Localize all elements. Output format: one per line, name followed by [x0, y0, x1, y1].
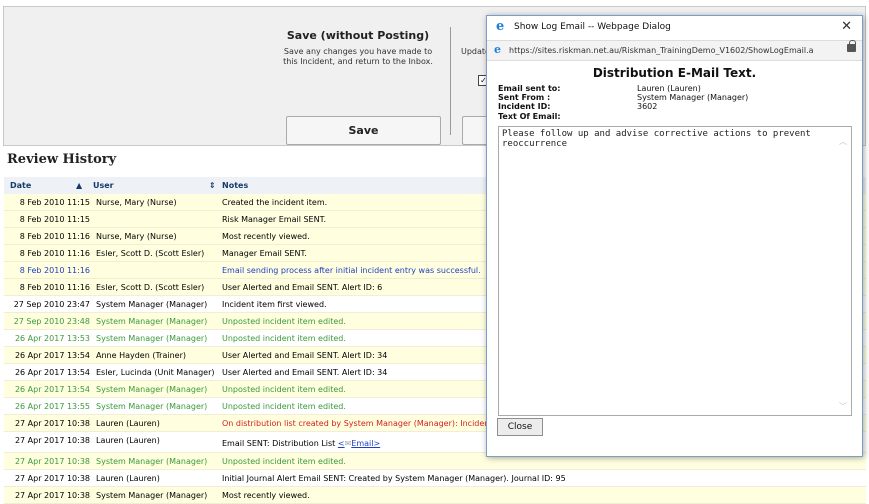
row-notes: Most recently viewed.: [222, 232, 310, 241]
link-open-bracket[interactable]: <: [338, 439, 345, 448]
row-date: 26 Apr 2017 13:54: [14, 351, 90, 360]
row-date: 27 Sep 2010 23:48: [13, 317, 90, 326]
email-text-area[interactable]: Please follow up and advise corrective a…: [498, 126, 852, 416]
row-user: Lauren (Lauren): [96, 436, 160, 445]
ie-page-icon: e: [494, 43, 501, 56]
table-row: 27 Apr 2017 10:38 System Manager (Manager…: [4, 487, 866, 504]
row-date: 8 Feb 2010 11:16: [19, 232, 90, 241]
row-notes: Unposted incident item edited.: [222, 385, 346, 394]
save-description: Save any changes you have made to this I…: [283, 47, 433, 66]
row-notes: On distribution list created by System M…: [222, 419, 493, 428]
header-date[interactable]: Date: [10, 181, 31, 190]
row-notes: Manager Email SENT.: [222, 249, 307, 258]
email-text: Please follow up and advise corrective a…: [502, 129, 811, 149]
row-date: 8 Feb 2010 11:15: [19, 198, 90, 207]
row-user: Nurse, Mary (Nurse): [96, 198, 177, 207]
sent-from-label: Sent From :: [498, 93, 551, 102]
address-url[interactable]: https://sites.riskman.net.au/Riskman_Tra…: [509, 46, 842, 55]
row-notes: Incident item first viewed.: [222, 300, 327, 309]
row-notes: Unposted incident item edited.: [222, 334, 346, 343]
row-notes: Unposted incident item edited.: [222, 402, 346, 411]
panel-divider: [450, 27, 451, 135]
row-user: System Manager (Manager): [96, 491, 208, 500]
row-user: Esler, Scott D. (Scott Esler): [96, 283, 205, 292]
address-bar: e https://sites.riskman.net.au/Riskman_T…: [487, 40, 862, 61]
review-history-title: Review History: [7, 152, 117, 167]
row-user: System Manager (Manager): [96, 385, 208, 394]
row-date: 27 Apr 2017 10:38: [14, 491, 90, 500]
dialog-heading: Distribution E-Mail Text.: [592, 66, 757, 80]
sent-from-value: System Manager (Manager): [637, 93, 749, 102]
scroll-down-icon[interactable]: ﹀: [839, 402, 847, 412]
row-notes: Most recently viewed.: [222, 491, 310, 500]
row-date: 26 Apr 2017 13:53: [14, 334, 90, 343]
row-notes: Risk Manager Email SENT.: [222, 215, 327, 224]
row-notes: User Alerted and Email SENT. Alert ID: 3…: [222, 351, 388, 360]
row-notes: Email sending process after initial inci…: [222, 266, 481, 275]
incident-id-value: 3602: [637, 102, 658, 111]
row-notes-text: Email SENT: Distribution List: [222, 439, 336, 448]
sort-icon[interactable]: ⇕: [209, 181, 216, 190]
scroll-up-icon[interactable]: ︿: [839, 137, 847, 147]
dialog-title: Show Log Email -- Webpage Dialog: [514, 22, 671, 32]
row-user: Esler, Scott D. (Scott Esler): [96, 249, 205, 258]
row-user: System Manager (Manager): [96, 317, 208, 326]
row-notes: Initial Journal Alert Email SENT: Create…: [222, 474, 566, 483]
row-notes: Unposted incident item edited.: [222, 317, 346, 326]
email-sent-to-value: Lauren (Lauren): [637, 84, 701, 93]
row-user: System Manager (Manager): [96, 300, 208, 309]
table-row: 27 Apr 2017 10:38 Lauren (Lauren) Initial …: [4, 470, 866, 487]
row-date: 8 Feb 2010 11:16: [19, 283, 90, 292]
row-user: Esler, Lucinda (Unit Manager): [96, 368, 215, 377]
row-date: 27 Apr 2017 10:38: [14, 419, 90, 428]
row-date: 27 Apr 2017 10:38: [14, 457, 90, 466]
lock-icon[interactable]: [847, 40, 856, 52]
row-notes: User Alerted and Email SENT. Alert ID: 6: [222, 283, 383, 292]
sort-asc-icon[interactable]: ▲: [76, 181, 82, 190]
row-date: 26 Apr 2017 13:54: [14, 385, 90, 394]
save-button[interactable]: Save: [286, 116, 441, 145]
row-user: System Manager (Manager): [96, 402, 208, 411]
row-date: 27 Apr 2017 10:38: [14, 474, 90, 483]
row-date: 8 Feb 2010 11:16: [19, 249, 90, 258]
header-notes[interactable]: Notes: [222, 181, 248, 190]
row-date: 8 Feb 2010 11:16: [19, 266, 90, 275]
row-user: System Manager (Manager): [96, 334, 208, 343]
row-user: Anne Hayden (Trainer): [96, 351, 186, 360]
row-date: 27 Apr 2017 10:38: [14, 436, 90, 445]
ie-icon: e: [496, 19, 505, 34]
row-user: System Manager (Manager): [96, 457, 208, 466]
row-notes: Unposted incident item edited.: [222, 457, 346, 466]
close-button[interactable]: Close: [497, 418, 543, 436]
row-notes: Email SENT: Distribution List <✉Email>: [222, 439, 380, 448]
incident-id-label: Incident ID:: [498, 102, 551, 111]
row-notes: Created the incident item.: [222, 198, 328, 207]
row-user: Nurse, Mary (Nurse): [96, 232, 177, 241]
close-icon[interactable]: ✕: [841, 19, 852, 34]
row-user: Lauren (Lauren): [96, 419, 160, 428]
row-date: 26 Apr 2017 13:54: [14, 368, 90, 377]
row-user: Lauren (Lauren): [96, 474, 160, 483]
save-title: Save (without Posting): [286, 29, 430, 42]
dialog-titlebar[interactable]: e Show Log Email -- Webpage Dialog ✕: [487, 16, 862, 40]
email-sent-to-label: Email sent to:: [498, 84, 561, 93]
email-link[interactable]: Email>: [351, 439, 380, 448]
row-date: 27 Sep 2010 23:47: [13, 300, 90, 309]
row-notes: User Alerted and Email SENT. Alert ID: 3…: [222, 368, 388, 377]
show-log-email-dialog: e Show Log Email -- Webpage Dialog ✕ e h…: [486, 15, 863, 457]
header-user[interactable]: User: [93, 181, 114, 190]
row-date: 8 Feb 2010 11:15: [19, 215, 90, 224]
text-of-email-label: Text Of Email:: [498, 112, 561, 121]
row-date: 26 Apr 2017 13:55: [14, 402, 90, 411]
